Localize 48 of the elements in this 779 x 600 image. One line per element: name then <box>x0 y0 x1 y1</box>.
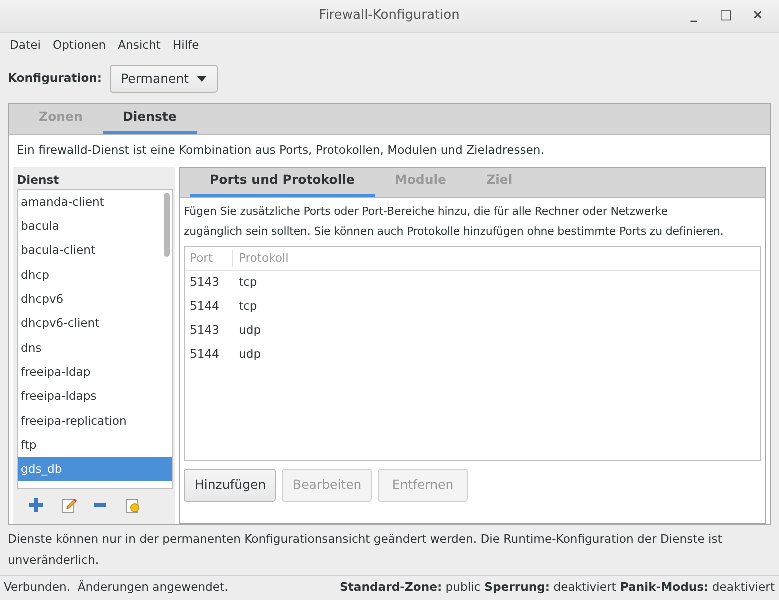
list-item[interactable]: bacula <box>18 214 172 238</box>
table-cell-text: 5144 <box>189 298 221 316</box>
list-item[interactable]: dns <box>18 336 172 360</box>
status-field: Standard-Zone: public <box>340 579 481 597</box>
description-text: Ein firewalld-Dienst ist eine Kombination aus Ports, Protokollen, Modulen und Zieladressen. <box>17 142 544 160</box>
status-field: Panik-Modus: deaktiviert <box>620 579 775 597</box>
table-cell-text: tcp <box>238 274 258 292</box>
note-text: Dienste können nur in der permanenten Konfigurationsansicht geändert werden. Die Runtime-Konfiguration der Dienste ist unveränderlich. <box>7 531 724 569</box>
list-item[interactable]: dhcp <box>18 262 172 288</box>
minimize-button[interactable]: _ <box>683 6 705 26</box>
scrollbar-thumb[interactable] <box>164 192 170 257</box>
edit-button[interactable] <box>61 498 77 514</box>
table-cell-text: udp <box>238 322 262 340</box>
menu-item[interactable]: Optionen <box>46 37 112 55</box>
menu-item[interactable]: Ansicht <box>112 37 167 55</box>
maximize-button[interactable]: □ <box>715 6 737 26</box>
edit-icon <box>61 498 77 514</box>
action-button[interactable]: Hinzufügen <box>184 468 276 502</box>
hint-text: Fügen Sie zusätzliche Ports oder Port-Bereiche hinzu, die für alle Rechner oder Netzwerke zugänglich sein sollten. Sie können auch Protokolle hinzufügen ohne bestimmte Ports zu definieren. <box>183 204 725 240</box>
caret-icon <box>197 76 208 82</box>
status-field: Sperrung: deaktiviert <box>484 579 616 597</box>
list-item[interactable]: bacula-client <box>18 238 172 263</box>
menu-item[interactable]: Hilfe <box>166 37 206 55</box>
table-cell-text: 5143 <box>189 322 221 340</box>
list-item[interactable]: freeipa-replication <box>18 408 172 433</box>
configuration-label: Konfiguration: <box>8 70 102 88</box>
list-item[interactable]: dhcpv6-client <box>18 311 172 336</box>
status-message: Verbunden. Änderungen angewendet. <box>4 579 228 596</box>
list-item[interactable]: freeipa-ldap <box>18 360 172 384</box>
list-item[interactable]: freeipa-ldaps <box>18 384 172 408</box>
list-heading: Dienst <box>16 172 60 189</box>
load-button[interactable] <box>125 498 141 514</box>
list-item[interactable]: dhcpv6 <box>18 287 172 312</box>
tab[interactable]: Ports und Protokolle <box>190 168 375 197</box>
table-cell-text: tcp <box>238 298 258 316</box>
list-item[interactable]: ftp <box>18 432 172 458</box>
menu-item[interactable]: Datei <box>4 37 47 55</box>
table-cell-text: 5143 <box>189 274 221 292</box>
table-cell-text: 5144 <box>189 346 221 364</box>
configuration-dropdown[interactable]: Permanent <box>110 64 218 94</box>
close-button[interactable]: × <box>747 6 769 26</box>
tab[interactable]: Dienste <box>102 104 197 134</box>
load-icon <box>125 498 141 514</box>
add-icon <box>29 498 43 512</box>
list-item[interactable]: amanda-client <box>18 190 172 214</box>
table-cell-text: udp <box>238 346 262 364</box>
add-button[interactable] <box>29 498 45 514</box>
window-title: Firewall-Konfiguration <box>319 7 460 26</box>
